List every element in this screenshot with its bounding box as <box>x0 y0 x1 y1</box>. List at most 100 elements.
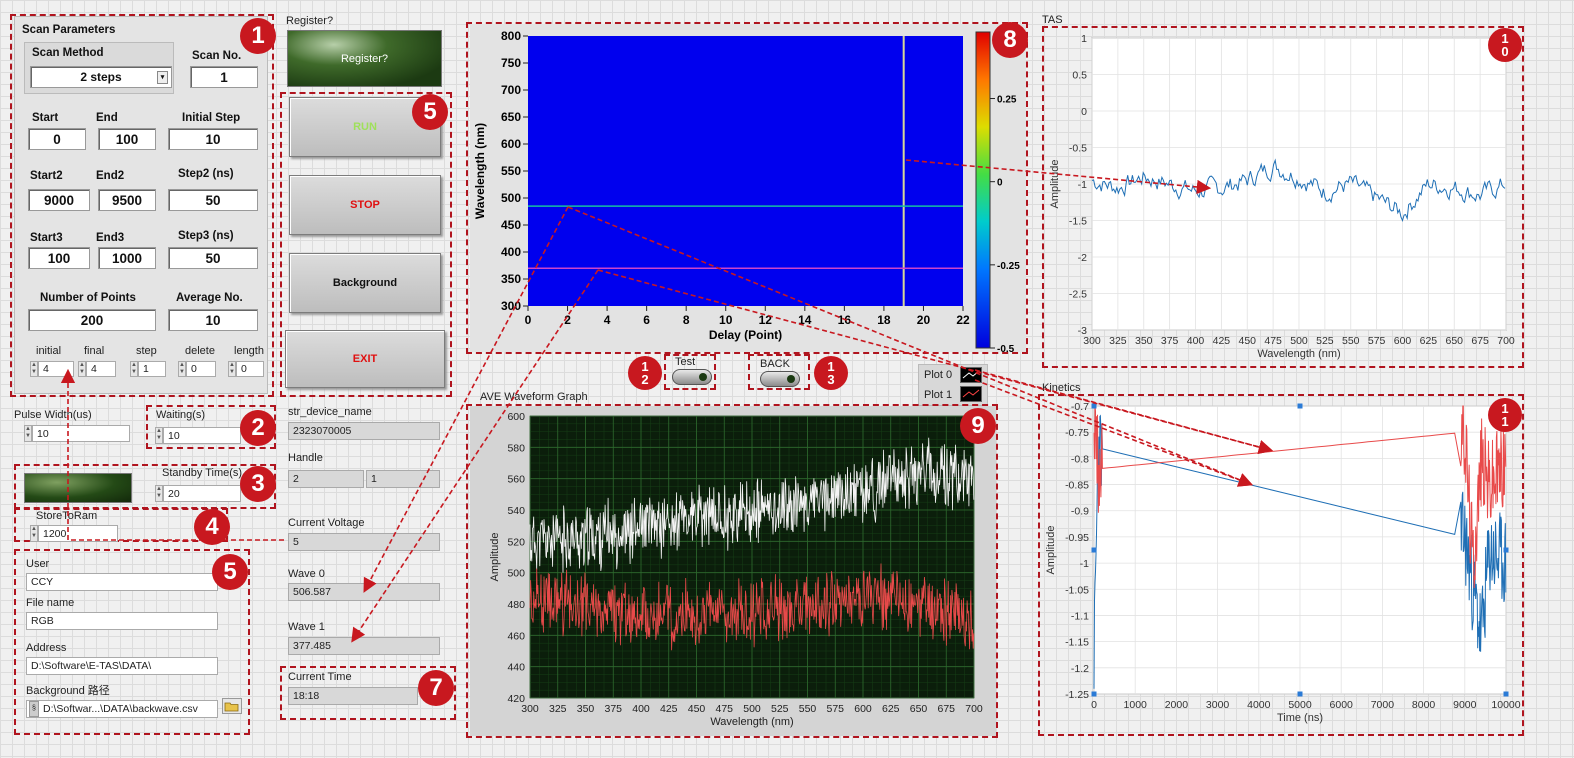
y-tick-label: 300 <box>501 299 521 313</box>
test-toggle[interactable] <box>672 369 712 385</box>
selection-handle <box>1091 547 1097 553</box>
ave-title: AVE Waveform Graph <box>480 391 588 403</box>
exit-button[interactable]: EXIT <box>285 330 445 388</box>
stop-button-label: STOP <box>350 199 380 211</box>
x-tick-label: 0 <box>525 313 532 327</box>
y-tick-label: 500 <box>501 191 521 205</box>
badge-10: 10 <box>1488 28 1522 62</box>
y-tick-label: -0.85 <box>1065 480 1089 492</box>
pulse-width-spinner[interactable]: ▲ ▼ <box>24 425 32 442</box>
y-tick-label: 600 <box>501 137 521 151</box>
wave0-label: Wave 0 <box>288 568 325 580</box>
background-button-label: Background <box>332 277 398 289</box>
x-tick-label: 2000 <box>1165 699 1189 711</box>
y-tick-label: -2 <box>1078 252 1087 264</box>
y-tick-label: 520 <box>507 536 525 548</box>
x-tick-label: 550 <box>1342 335 1360 347</box>
y-tick-label: 560 <box>507 474 525 486</box>
x-tick-label: 400 <box>1187 335 1205 347</box>
waiting-field[interactable]: 10 <box>163 427 241 444</box>
wave0-field: 506.587 <box>288 583 440 601</box>
badge-7: 7 <box>418 670 454 706</box>
y-tick-label: 750 <box>501 56 521 70</box>
heatmap-ylabel: Wavelength (nm) <box>473 123 487 219</box>
device-name-label: str_device_name <box>288 406 372 418</box>
badge-2: 2 <box>240 410 276 446</box>
heatmap-chart: 0 2 4 6 8 10 12 14 16 18 20 22 300 350 400 450 500 550 600… <box>470 24 1026 352</box>
x-tick-label: 475 <box>1264 335 1282 347</box>
background-path-value: D:\Softwar...\DATA\backwave.csv <box>43 703 198 715</box>
current-time-label: Current Time <box>288 671 352 683</box>
tas-chart: 300 325 350 375 400 425 450 475 500 525 550 575 600 6… <box>1049 33 1515 360</box>
store-to-ram-label: StoreToRam <box>36 510 98 522</box>
x-tick-label: 22 <box>956 313 970 327</box>
x-tick-label: 6000 <box>1330 699 1354 711</box>
y-tick-label: -0.95 <box>1065 532 1089 544</box>
x-tick-label: 12 <box>759 313 773 327</box>
colorbar-tick-label: -0.25 <box>997 261 1020 272</box>
exit-button-label: EXIT <box>352 353 378 365</box>
tas-title: TAS <box>1042 14 1063 26</box>
y-tick-label: 0 <box>1081 106 1087 118</box>
y-tick-label: -1.1 <box>1071 610 1089 622</box>
x-tick-label: 500 <box>743 703 761 715</box>
y-axis-label: Amplitude <box>489 533 501 582</box>
x-tick-label: 5000 <box>1288 699 1312 711</box>
y-axis-label: Amplitude <box>1045 526 1057 575</box>
y-tick-label: -1 <box>1078 179 1087 191</box>
heatmap-plot-area <box>528 36 963 306</box>
y-tick-label: 400 <box>501 245 521 259</box>
user-field[interactable]: CCY <box>26 573 218 591</box>
badge-1: 1 <box>240 18 276 54</box>
y-tick-label: -2.5 <box>1069 289 1087 301</box>
back-toggle[interactable] <box>760 371 800 387</box>
badge-5-buttons: 5 <box>412 94 448 130</box>
standby-field[interactable]: 20 <box>163 485 241 502</box>
x-tick-label: 375 <box>1161 335 1179 347</box>
x-tick-label: 675 <box>1471 335 1489 347</box>
x-tick-label: 10000 <box>1491 699 1520 711</box>
y-tick-label: -0.8 <box>1071 453 1089 465</box>
waiting-spinner[interactable]: ▲ ▼ <box>155 427 163 444</box>
stop-button[interactable]: STOP <box>289 175 441 235</box>
y-axis-label: Amplitude <box>1049 160 1061 209</box>
background-path-field[interactable]: § D:\Softwar...\DATA\backwave.csv <box>26 700 218 718</box>
address-field[interactable]: D:\Software\E-TAS\DATA\ <box>26 657 218 675</box>
x-tick-label: 1000 <box>1124 699 1148 711</box>
x-tick-label: 600 <box>1394 335 1412 347</box>
y-tick-label: -1 <box>1080 558 1089 570</box>
x-tick-label: 325 <box>1109 335 1127 347</box>
badge-8: 8 <box>992 22 1028 58</box>
handle-field-1: 2 <box>288 470 364 488</box>
background-button[interactable]: Background <box>289 253 441 313</box>
y-tick-label: 700 <box>501 83 521 97</box>
standby-spinner[interactable]: ▲ ▼ <box>155 485 163 502</box>
x-tick-label: 4000 <box>1247 699 1271 711</box>
legend-plot0: Plot 0 <box>924 369 953 381</box>
y-tick-label: 440 <box>507 662 525 674</box>
pulse-width-field[interactable]: 10 <box>32 425 130 442</box>
x-tick-label: 675 <box>937 703 955 715</box>
store-to-ram-field[interactable]: 1200 <box>38 525 118 542</box>
x-tick-label: 325 <box>549 703 567 715</box>
x-tick-label: 8000 <box>1412 699 1436 711</box>
handle-field-2: 1 <box>366 470 440 488</box>
store-to-ram-spinner[interactable]: ▲ ▼ <box>30 525 38 542</box>
x-tick-label: 6 <box>643 313 650 327</box>
kinetics-chart: 0 1000 2000 3000 4000 5000 6000 7000 8000 9000 100… <box>1045 401 1521 724</box>
x-tick-label: 475 <box>715 703 733 715</box>
y-tick-label: -1.25 <box>1065 689 1089 701</box>
register-button[interactable]: Register? <box>287 30 442 87</box>
y-tick-label: 550 <box>501 164 521 178</box>
badge-3: 3 <box>240 466 276 502</box>
file-name-field[interactable]: RGB <box>26 612 218 630</box>
y-tick-label: 580 <box>507 442 525 454</box>
x-tick-label: 700 <box>965 703 983 715</box>
pulse-width-label: Pulse Width(us) <box>14 409 92 421</box>
x-tick-label: 20 <box>917 313 931 327</box>
x-tick-label: 450 <box>688 703 706 715</box>
browse-folder-icon[interactable] <box>222 698 242 714</box>
back-label: BACK <box>760 358 790 370</box>
x-tick-label: 575 <box>1368 335 1386 347</box>
x-tick-label: 700 <box>1497 335 1515 347</box>
